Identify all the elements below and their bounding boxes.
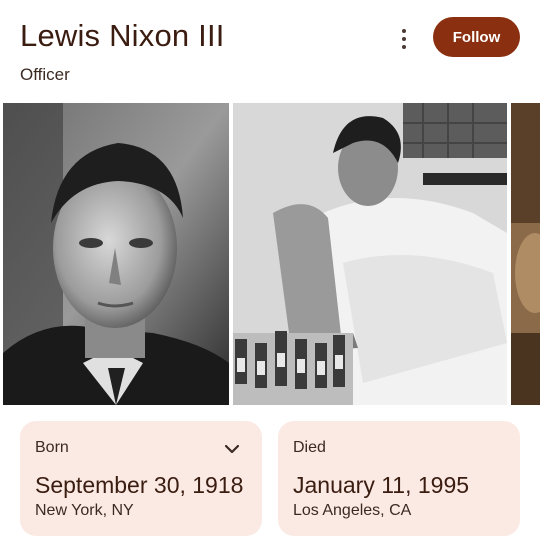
bed-scene-photo[interactable]	[233, 103, 507, 405]
died-place: Los Angeles, CA	[293, 502, 412, 519]
more-vertical-icon-dot	[402, 45, 406, 49]
died-date: January 11, 1995	[293, 472, 470, 498]
profile-header: Lewis Nixon III Officer Follow	[0, 0, 540, 100]
more-vertical-icon-dot	[402, 37, 406, 41]
follow-button[interactable]: Follow	[433, 17, 520, 57]
partial-photo[interactable]	[511, 103, 540, 405]
born-card[interactable]: Born September 30, 1918 New York, NY	[20, 421, 262, 536]
portrait-photo[interactable]	[3, 103, 229, 405]
died-card[interactable]: Died January 11, 1995 Los Angeles, CA	[278, 421, 520, 536]
page-subtitle: Officer	[20, 65, 70, 84]
born-label: Born	[35, 439, 69, 456]
more-vertical-icon	[402, 29, 406, 33]
chevron-down-icon[interactable]	[222, 439, 242, 459]
page-title: Lewis Nixon III	[20, 18, 225, 53]
born-date: September 30, 1918	[35, 472, 244, 498]
died-label: Died	[293, 439, 326, 456]
born-place: New York, NY	[35, 502, 134, 519]
more-options-button[interactable]	[392, 25, 416, 53]
image-carousel[interactable]	[0, 103, 540, 405]
